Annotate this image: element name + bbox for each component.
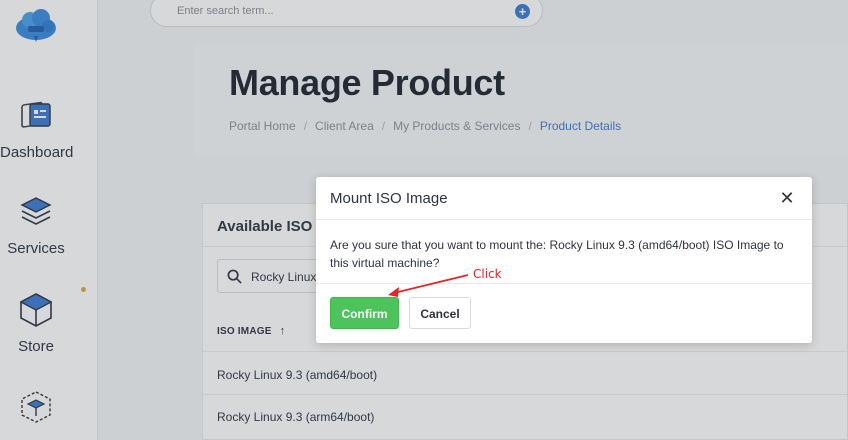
mount-iso-modal: Mount ISO Image ✕ Are you sure that you … [316, 177, 812, 343]
divider [316, 219, 812, 220]
close-icon[interactable]: ✕ [778, 189, 796, 207]
modal-message: Are you sure that you want to mount the:… [330, 238, 784, 270]
annotation-arrow-icon [388, 274, 469, 297]
modal-title: Mount ISO Image [330, 190, 448, 207]
annotation-label: Click [473, 267, 502, 281]
